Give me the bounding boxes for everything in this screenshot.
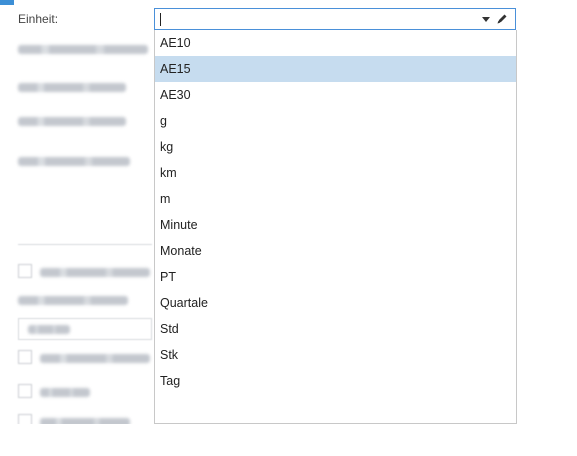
blurred-checkbox[interactable] [18,384,32,398]
list-item[interactable]: Tag [155,368,516,394]
unit-input[interactable] [161,11,471,27]
list-item[interactable]: km [155,160,516,186]
list-item[interactable]: Minute [155,212,516,238]
top-accent-bar [0,0,14,5]
page-bottom-area [0,424,577,456]
blurred-field-label [18,83,126,92]
blurred-checkbox[interactable] [18,350,32,364]
list-item[interactable]: g [155,108,516,134]
pencil-icon[interactable] [495,12,509,26]
list-item[interactable]: AE10 [155,30,516,56]
blurred-select-value [28,325,70,334]
blurred-divider [18,244,152,245]
list-item[interactable]: Stk [155,342,516,368]
list-item[interactable]: AE30 [155,82,516,108]
blurred-field-label [18,296,128,305]
blurred-field-label [18,157,130,166]
unit-combobox[interactable] [154,8,516,30]
list-item[interactable]: Std [155,316,516,342]
list-item-selected[interactable]: AE15 [155,56,516,82]
unit-label: Einheit: [18,12,59,26]
unit-dropdown-list[interactable]: AE10 AE15 AE30 g kg km m Minute Monate P… [154,30,517,424]
list-item[interactable]: Quartale [155,290,516,316]
blurred-checkbox-label [40,388,90,397]
blurred-field-label [18,117,126,126]
chevron-down-icon[interactable] [482,17,490,22]
list-item[interactable]: PT [155,264,516,290]
blurred-checkbox[interactable] [18,264,32,278]
list-item[interactable]: m [155,186,516,212]
list-item[interactable]: kg [155,134,516,160]
list-item[interactable]: Monate [155,238,516,264]
blurred-field-label [18,45,148,54]
blurred-checkbox-label [40,268,150,277]
blurred-checkbox-label [40,354,150,363]
